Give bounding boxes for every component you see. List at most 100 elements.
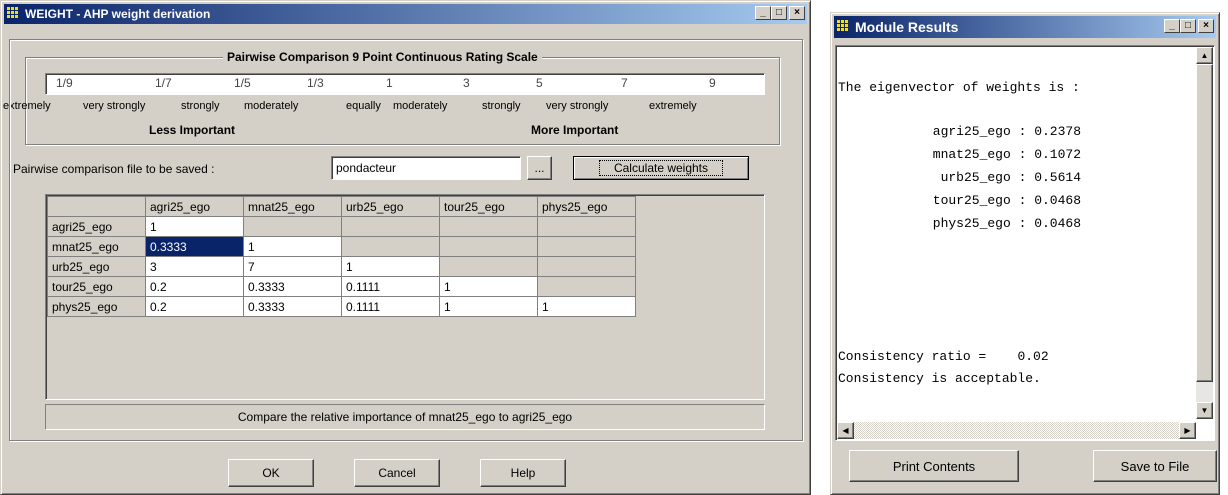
cancel-button[interactable]: Cancel — [354, 459, 440, 487]
consistency-ratio-line: Consistency ratio = 0.02 — [838, 349, 1049, 364]
scale-label: extremely — [649, 100, 697, 112]
matrix-cell[interactable]: 0.3333 — [243, 296, 342, 317]
weight-separator: : — [1010, 193, 1035, 208]
weight-name: urb25_ego — [940, 170, 1011, 185]
scale-value: 9 — [709, 76, 716, 90]
weight-line: urb25_ego : 0.5614 — [836, 170, 1081, 185]
row-header: phys25_ego — [47, 296, 146, 317]
scale-label: equally — [346, 100, 381, 112]
weight-name: mnat25_ego — [932, 147, 1011, 162]
matrix-cell[interactable]: 1 — [145, 216, 244, 237]
matrix-table: agri25_ego mnat25_ego urb25_ego tour25_ego p… — [47, 196, 636, 317]
matrix-cell[interactable]: 1 — [537, 296, 636, 317]
minimize-icon[interactable]: _ — [1164, 19, 1180, 33]
matrix-cell[interactable]: 0.2 — [145, 296, 244, 317]
close-icon[interactable]: × — [789, 6, 805, 20]
matrix-cell[interactable]: 0.2 — [145, 276, 244, 297]
less-important-label: Less Important — [149, 123, 236, 137]
column-header: urb25_ego — [341, 196, 440, 217]
table-row: phys25_ego 0.2 0.3333 0.1111 1 1 — [47, 296, 636, 317]
print-contents-button[interactable]: Print Contents — [849, 450, 1019, 482]
scroll-down-icon[interactable]: ▼ — [1196, 402, 1213, 419]
weight-value: 0.1072 — [1034, 147, 1081, 162]
scroll-up-icon[interactable]: ▲ — [1196, 47, 1213, 64]
matrix-cell[interactable]: 0.3333 — [243, 276, 342, 297]
calculate-weights-button[interactable]: Calculate weights — [573, 156, 749, 180]
scale-value: 1 — [386, 76, 393, 90]
row-header: mnat25_ego — [47, 236, 146, 257]
weight-separator: : — [1010, 147, 1035, 162]
matrix-cell[interactable]: 1 — [243, 236, 342, 257]
scale-value: 1/9 — [56, 76, 73, 90]
vertical-scrollbar[interactable]: ▲ ▼ — [1196, 47, 1213, 419]
matrix-corner — [47, 196, 146, 217]
browse-button[interactable]: ... — [527, 156, 552, 180]
scale-value: 7 — [621, 76, 628, 90]
row-header: agri25_ego — [47, 216, 146, 237]
matrix-cell[interactable]: 0.1111 — [341, 276, 440, 297]
scale-value: 1/7 — [155, 76, 172, 90]
matrix-cell[interactable]: 1 — [439, 296, 538, 317]
results-heading: The eigenvector of weights is : — [838, 80, 1080, 95]
matrix-cell[interactable]: 7 — [243, 256, 342, 277]
matrix-cell — [341, 216, 440, 237]
file-input[interactable]: pondacteur — [331, 156, 521, 180]
calculate-weights-label: Calculate weights — [598, 160, 724, 176]
weight-name: phys25_ego — [932, 216, 1011, 231]
weight-name: tour25_ego — [932, 193, 1011, 208]
matrix-cell[interactable]: 3 — [145, 256, 244, 277]
matrix-cell — [439, 216, 538, 237]
scroll-right-icon[interactable]: ▶ — [1179, 422, 1196, 439]
matrix-cell — [537, 276, 636, 297]
maximize-icon[interactable]: □ — [1180, 19, 1196, 33]
table-row: urb25_ego 3 7 1 — [47, 256, 636, 277]
ok-button[interactable]: OK — [228, 459, 314, 487]
scale-label: very strongly — [546, 100, 609, 112]
weight-name: agri25_ego — [932, 124, 1011, 139]
matrix-cell[interactable]: 1 — [341, 256, 440, 277]
table-row: mnat25_ego 0.3333 1 — [47, 236, 636, 257]
app-grid-icon — [837, 20, 851, 34]
weight-separator: : — [1010, 216, 1035, 231]
vertical-scroll-thumb[interactable] — [1196, 64, 1213, 382]
matrix-cell — [537, 236, 636, 257]
save-to-file-button[interactable]: Save to File — [1093, 450, 1217, 482]
scale-label: very strongly — [83, 100, 146, 112]
minimize-icon[interactable]: _ — [755, 6, 771, 20]
scale-label: moderately — [393, 100, 448, 112]
scroll-left-icon[interactable]: ◀ — [837, 422, 854, 439]
scale-value: 1/3 — [307, 76, 324, 90]
horizontal-scrollbar[interactable]: ◀ ▶ — [837, 422, 1196, 439]
scale-label: strongly — [181, 100, 220, 112]
weight-line: phys25_ego : 0.0468 — [836, 216, 1081, 231]
results-text-area[interactable]: The eigenvector of weights is : agri25_e… — [835, 45, 1215, 441]
consistency-ratio-value: 0.02 — [1017, 349, 1049, 364]
results-titlebar[interactable]: Module Results _ □ × — [834, 16, 1216, 38]
print-contents-label: Print Contents — [892, 458, 976, 474]
matrix-cell[interactable]: 0.3333 — [145, 236, 244, 257]
more-important-label: More Important — [531, 123, 619, 137]
weight-titlebar[interactable]: WEIGHT - AHP weight derivation _ □ × — [4, 4, 807, 24]
scale-label: moderately — [244, 100, 299, 112]
weight-line: mnat25_ego : 0.1072 — [836, 147, 1081, 162]
matrix-cell[interactable]: 0.1111 — [341, 296, 440, 317]
weight-value: 0.0468 — [1034, 216, 1081, 231]
scale-value: 5 — [536, 76, 543, 90]
weight-separator: : — [1010, 124, 1035, 139]
results-window-title: Module Results — [855, 19, 959, 35]
matrix-cell[interactable]: 1 — [439, 276, 538, 297]
column-header: phys25_ego — [537, 196, 636, 217]
close-icon[interactable]: × — [1198, 19, 1214, 33]
consistency-ratio-label: Consistency ratio = — [838, 349, 987, 364]
matrix-cell — [537, 216, 636, 237]
weight-value: 0.0468 — [1034, 193, 1081, 208]
weight-line: tour25_ego : 0.0468 — [836, 193, 1081, 208]
row-header: urb25_ego — [47, 256, 146, 277]
maximize-icon[interactable]: □ — [771, 6, 787, 20]
help-button[interactable]: Help — [480, 459, 566, 487]
status-bar: Compare the relative importance of mnat2… — [45, 404, 765, 430]
consistency-message: Consistency is acceptable. — [838, 371, 1041, 386]
rating-scale-title: Pairwise Comparison 9 Point Continuous R… — [223, 50, 542, 64]
rating-scale-bar[interactable] — [45, 73, 765, 95]
results-window: Module Results _ □ × The eigenvector of … — [830, 12, 1220, 495]
